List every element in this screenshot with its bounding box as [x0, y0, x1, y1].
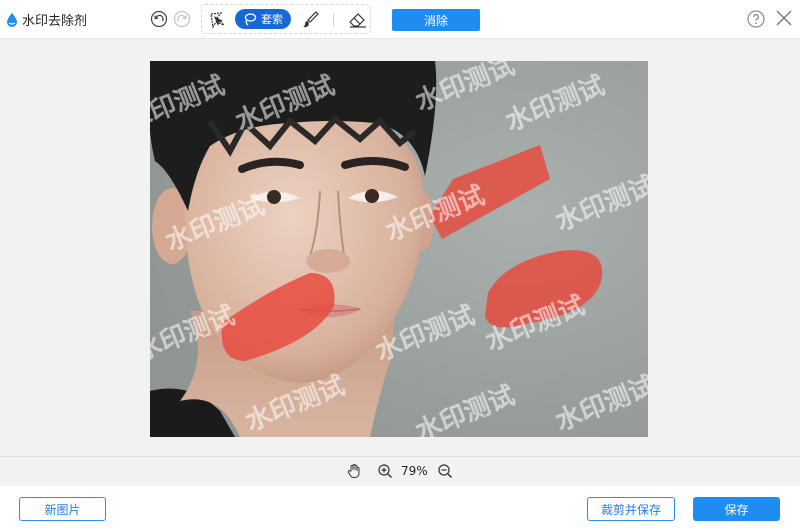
- zoom-bar: 79%: [0, 456, 800, 486]
- selection-tool-group: 套索: [201, 4, 371, 34]
- save-button[interactable]: 保存: [693, 497, 780, 521]
- portrait-photo[interactable]: 水印测试 水印测试 水印测试 水印测试 水印测试 水印测试 水印测试 水印测试 …: [150, 61, 648, 437]
- lasso-icon: [243, 12, 257, 26]
- redo-icon[interactable]: [173, 10, 191, 28]
- new-image-button[interactable]: 新图片: [19, 497, 106, 521]
- app-logo: 水印去除剂: [4, 10, 87, 29]
- erase-button[interactable]: 消除: [392, 9, 480, 31]
- brush-icon[interactable]: [300, 9, 322, 31]
- hand-pan-icon[interactable]: [346, 463, 362, 479]
- zoom-level: 79%: [401, 464, 428, 478]
- zoom-in-icon[interactable]: [377, 463, 393, 479]
- bottom-bar: 新图片 裁剪并保存 保存: [0, 486, 800, 528]
- app-title: 水印去除剂: [22, 14, 88, 29]
- undo-icon[interactable]: [150, 10, 168, 28]
- zoom-out-icon[interactable]: [437, 463, 453, 479]
- eraser-icon[interactable]: [347, 9, 369, 31]
- crop-and-save-button[interactable]: 裁剪并保存: [587, 497, 675, 521]
- lasso-label: 套索: [261, 13, 283, 26]
- water-drop-icon: [4, 12, 20, 28]
- help-icon[interactable]: [747, 10, 765, 28]
- editor-canvas[interactable]: 水印测试 水印测试 水印测试 水印测试 水印测试 水印测试 水印测试 水印测试 …: [0, 38, 800, 456]
- toolbar-divider: [333, 14, 334, 26]
- smart-select-icon[interactable]: [207, 9, 229, 31]
- lasso-tool-button[interactable]: 套索: [235, 9, 291, 29]
- top-toolbar: 水印去除剂 套索 消除: [0, 0, 800, 38]
- close-icon[interactable]: [775, 9, 793, 27]
